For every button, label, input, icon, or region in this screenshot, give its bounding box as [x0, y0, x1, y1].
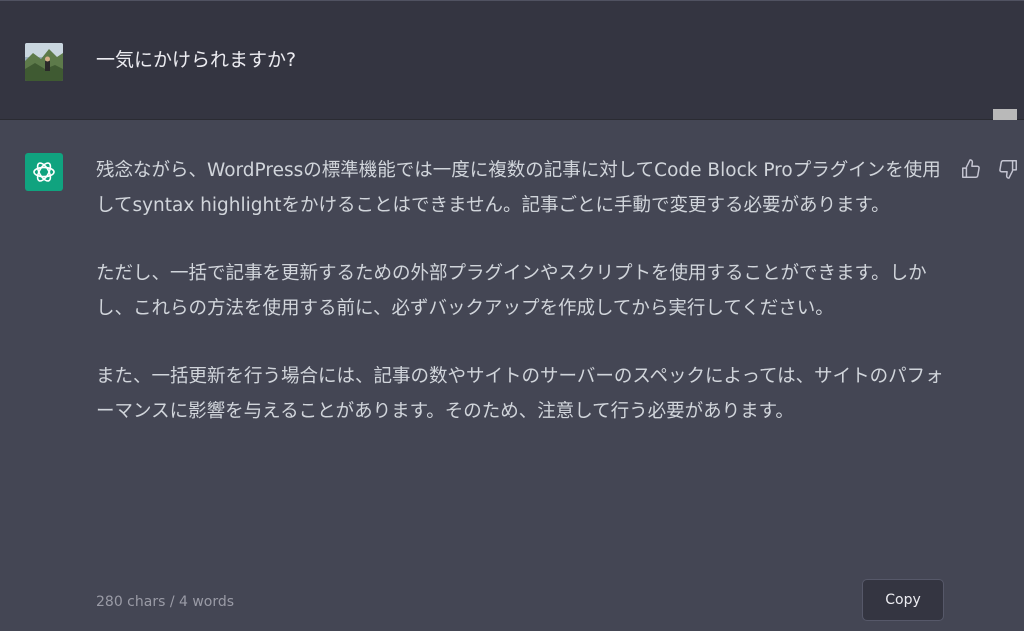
assistant-message-row: 残念ながら、WordPressの標準機能では一度に複数の記事に対してCode B… — [0, 120, 1024, 631]
user-message-text: 一気にかけられますか? — [96, 49, 297, 71]
reply-paragraph: ただし、一括で記事を更新するための外部プラグインやスクリプトを使用することができ… — [96, 263, 927, 319]
assistant-reply: 残念ながら、WordPressの標準機能では一度に複数の記事に対してCode B… — [96, 153, 946, 462]
thumbs-up-icon[interactable] — [960, 158, 982, 180]
reply-paragraph: 残念ながら、WordPressの標準機能では一度に複数の記事に対してCode B… — [96, 160, 941, 216]
copy-button[interactable]: Copy — [862, 579, 944, 621]
user-message-row: 一気にかけられますか? — [0, 0, 1024, 120]
reply-stats: 280 chars / 4 words — [96, 594, 235, 610]
thumbs-down-icon[interactable] — [997, 158, 1019, 180]
assistant-avatar — [25, 153, 63, 191]
user-photo-icon — [25, 43, 63, 81]
chat-page: 一気にかけられますか? 残念ながら、WordPressの標準機能では一度に複数の… — [0, 0, 1024, 631]
reply-paragraph: また、一括更新を行う場合には、記事の数やサイトのサーバーのスペックによっては、サ… — [96, 366, 944, 422]
openai-logo-icon — [33, 162, 55, 182]
user-avatar — [25, 43, 63, 81]
